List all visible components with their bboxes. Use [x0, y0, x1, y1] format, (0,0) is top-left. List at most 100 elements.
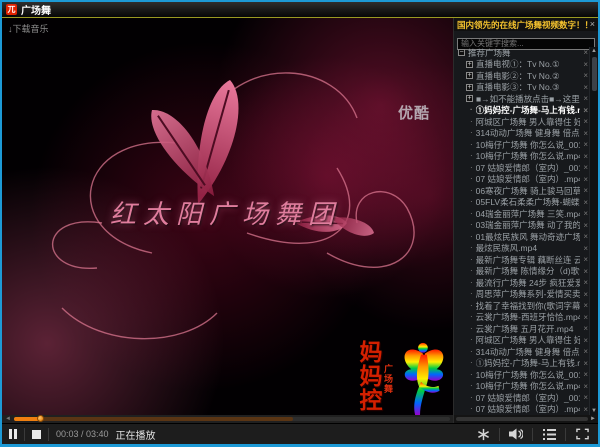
expand-node-icon[interactable]: +	[466, 84, 473, 91]
remove-item-icon[interactable]: ×	[583, 405, 588, 414]
playlist-item[interactable]: ·10梅仔广场舞 你怎么说.mp4×	[454, 381, 589, 393]
expand-node-icon[interactable]: +	[466, 72, 473, 79]
playlist-item[interactable]: +直播电影②：Tv No.②×	[454, 70, 589, 82]
playlist-item[interactable]: ·01最炫民族风 舞动奇迹广场舞×	[454, 231, 589, 243]
playlist-item[interactable]: ·阿城区广场舞 男人靠得住 好弟×	[454, 116, 589, 128]
scrollbar-thumb[interactable]	[592, 57, 597, 91]
brand-name: 妈妈控	[356, 340, 381, 412]
playlist-item-label: 10梅仔广场舞 你怎么说_001.n	[476, 369, 581, 381]
playlist-item[interactable]: ·05FLV柔石柔柔广场舞-蝴蝶姑t×	[454, 197, 589, 209]
playlist-item[interactable]: ·10梅仔广场舞 你怎么说_001.n×	[454, 139, 589, 151]
player-window: 兀 广场舞	[0, 0, 600, 447]
bullet-icon: ·	[470, 141, 473, 149]
playlist-item[interactable]: ·最流行广场舞 24步 疯狂爱爱爱×	[454, 277, 589, 289]
scroll-up-icon[interactable]: ▲	[591, 47, 597, 55]
remove-item-icon[interactable]: ×	[583, 129, 588, 138]
playlist-item[interactable]: ·03瑞金丽萍广场舞 动了我的情×	[454, 220, 589, 232]
playlist-item[interactable]: +直播电影③：Tv No.③×	[454, 82, 589, 94]
scroll-down-icon[interactable]: ▼	[591, 407, 597, 415]
playlist-item[interactable]: ·最炫民族风.mp4×	[454, 243, 589, 255]
playlist-item[interactable]: ·314动动广场舞 健身舞 倍点错!×	[454, 346, 589, 358]
remove-item-icon[interactable]: ×	[583, 359, 588, 368]
horizontal-scrollbar[interactable]: ►	[454, 415, 598, 423]
playlist-item[interactable]: ·07 姑娘爱情郎（室内）.mp4×	[454, 174, 589, 186]
playlist-item[interactable]: ·①妈妈控-广场舞-马上有钱.mp×	[454, 358, 589, 370]
playlist-item[interactable]: ·云裳广场舞 五月花开.mp4×	[454, 323, 589, 335]
remove-item-icon[interactable]: ×	[583, 313, 588, 322]
remove-item-icon[interactable]: ×	[583, 48, 588, 57]
remove-item-icon[interactable]: ×	[583, 290, 588, 299]
expand-node-icon[interactable]: +	[466, 61, 473, 68]
bullet-icon: ·	[470, 371, 473, 379]
playlist-item-label: 阿城区广场舞 男人靠得住 好弟	[476, 334, 581, 346]
close-panel-icon[interactable]: ×	[590, 20, 595, 29]
window-titlebar[interactable]: 兀 广场舞	[2, 2, 598, 17]
remove-item-icon[interactable]: ×	[583, 175, 588, 184]
stop-button[interactable]	[32, 430, 41, 439]
playlist-item[interactable]: ·314动动广场舞 健身舞 倍点错!×	[454, 128, 589, 140]
download-music-link[interactable]: ↓下载音乐	[8, 22, 49, 35]
remove-item-icon[interactable]: ×	[583, 209, 588, 218]
remove-item-icon[interactable]: ×	[583, 278, 588, 287]
remove-item-icon[interactable]: ×	[583, 163, 588, 172]
playlist-item[interactable]: ·阿城区广场舞 男人靠得住 好弟×	[454, 335, 589, 347]
playlist-item[interactable]: ·最新广场舞专辑 藕断丝连 云裳×	[454, 254, 589, 266]
expand-node-icon[interactable]: +	[466, 95, 473, 102]
speaker-icon	[509, 428, 523, 440]
remove-item-icon[interactable]: ×	[583, 324, 588, 333]
pause-button[interactable]	[9, 429, 17, 439]
divider	[24, 428, 25, 441]
playlist-item-label: 最炫民族风.mp4	[476, 242, 581, 254]
playlist-item-label: 314动动广场舞 健身舞 倍点错!	[476, 346, 581, 358]
brand-logo: 妈妈控 广场舞	[356, 340, 446, 415]
remove-item-icon[interactable]: ×	[583, 267, 588, 276]
collapse-node-icon[interactable]: −	[458, 49, 465, 56]
remove-item-icon[interactable]: ×	[583, 71, 588, 80]
hscrollbar-thumb[interactable]	[456, 417, 588, 421]
playlist-item[interactable]: ·07 姑娘爱情郎（室内）_001.n×	[454, 392, 589, 404]
collapse-arrow-icon[interactable]: ◄	[5, 416, 11, 422]
playlist-item[interactable]: ·云裳广场舞-西班牙恰恰.mp4×	[454, 312, 589, 324]
settings-button[interactable]	[474, 427, 492, 442]
playlist-item[interactable]: ·06寒夜广场舞 骑上骏马回草原×	[454, 185, 589, 197]
playlist-item[interactable]: ·最新广场舞 陈情缘分（d)歌词m×	[454, 266, 589, 278]
playlist-item[interactable]: ·①妈妈控-广场舞-马上有钱.mp×	[454, 105, 589, 117]
playlist-item[interactable]: ·07 姑娘爱情郎（室内）_001.n×	[454, 162, 589, 174]
remove-item-icon[interactable]: ×	[583, 94, 588, 103]
remove-item-icon[interactable]: ×	[583, 186, 588, 195]
playlist-item-label: ①妈妈控-广场舞-马上有钱.mp	[476, 104, 581, 116]
playlist-item[interactable]: +直播电视①：Tv No.①×	[454, 59, 589, 71]
volume-button[interactable]	[507, 427, 525, 442]
playlist-item[interactable]: ·07 姑娘爱情郎（室内）.mp4×	[454, 404, 589, 416]
remove-item-icon[interactable]: ×	[583, 232, 588, 241]
vertical-scrollbar[interactable]: ▲ ▼	[589, 47, 598, 415]
fullscreen-button[interactable]	[573, 427, 591, 442]
remove-item-icon[interactable]: ×	[583, 117, 588, 126]
remove-item-icon[interactable]: ×	[583, 255, 588, 264]
remove-item-icon[interactable]: ×	[583, 244, 588, 253]
remove-item-icon[interactable]: ×	[583, 336, 588, 345]
playlist-item[interactable]: ·找着了幸福找到你(歌词字幕)卷×	[454, 300, 589, 312]
remove-item-icon[interactable]: ×	[583, 301, 588, 310]
playlist-toggle-button[interactable]	[540, 427, 558, 442]
remove-item-icon[interactable]: ×	[583, 370, 588, 379]
video-display[interactable]: ↓下载音乐 优酷 红太阳广场舞团 妈妈控 广场舞	[2, 18, 453, 415]
remove-item-icon[interactable]: ×	[583, 198, 588, 207]
playlist-item[interactable]: −推荐广场舞×	[454, 47, 589, 59]
seek-bar[interactable]	[14, 417, 450, 421]
remove-item-icon[interactable]: ×	[583, 140, 588, 149]
remove-item-icon[interactable]: ×	[583, 393, 588, 402]
playlist-item[interactable]: ·周思萍广场舞系列-爱情买卖 吉×	[454, 289, 589, 301]
remove-item-icon[interactable]: ×	[583, 106, 588, 115]
scroll-right-icon[interactable]: ►	[590, 416, 596, 422]
playlist-item[interactable]: +■→如不能播放点击■→这里×	[454, 93, 589, 105]
playlist-item[interactable]: ·10梅仔广场舞 你怎么说_001.n×	[454, 369, 589, 381]
remove-item-icon[interactable]: ×	[583, 83, 588, 92]
remove-item-icon[interactable]: ×	[583, 152, 588, 161]
remove-item-icon[interactable]: ×	[583, 347, 588, 356]
remove-item-icon[interactable]: ×	[583, 382, 588, 391]
remove-item-icon[interactable]: ×	[583, 221, 588, 230]
playlist-item[interactable]: ·10梅仔广场舞 你怎么说.mp4×	[454, 151, 589, 163]
playlist-item[interactable]: ·04瑞金丽萍广场舞 三笑.mp4×	[454, 208, 589, 220]
remove-item-icon[interactable]: ×	[583, 60, 588, 69]
